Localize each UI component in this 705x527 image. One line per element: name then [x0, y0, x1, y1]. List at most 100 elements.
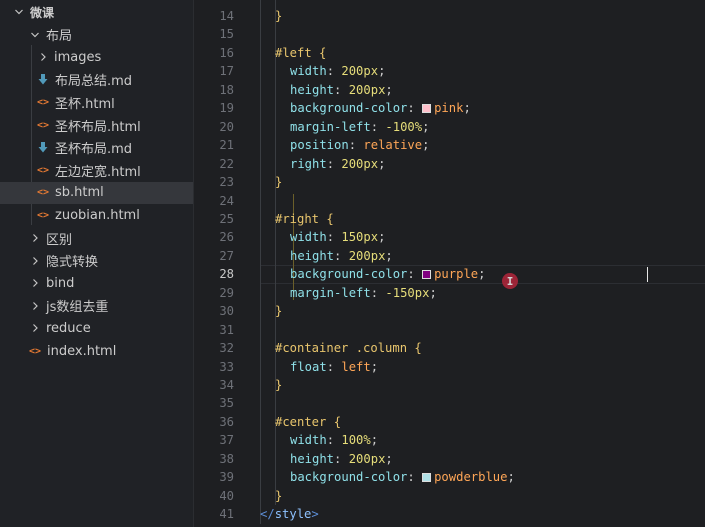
code-token: height — [290, 248, 335, 263]
code-token: #container .column — [275, 341, 408, 356]
file-md[interactable]: 圣杯布局.md — [0, 137, 193, 159]
code-line: background-color: pink; — [290, 99, 471, 117]
code-token: ; — [463, 101, 471, 116]
folder-bind[interactable]: bind — [0, 272, 193, 294]
code-token: : — [326, 359, 342, 374]
folder-reduce[interactable]: reduce — [0, 317, 193, 339]
code-token: { — [319, 211, 334, 226]
code-line: } — [275, 376, 282, 394]
code-line: margin-left: -100%; — [290, 118, 429, 136]
code-token: margin-left — [290, 119, 371, 134]
code-token: margin-left — [290, 285, 371, 300]
tree-item-label: 圣杯.html — [55, 96, 115, 112]
code-token: : — [334, 82, 349, 97]
code-line: } — [275, 302, 282, 320]
html-file-icon: <> — [36, 164, 50, 176]
code-line: float: left; — [290, 358, 378, 376]
code-line: height: 200px; — [290, 247, 393, 265]
code-token: : — [334, 451, 349, 466]
code-line: background-color: purple; — [290, 265, 485, 283]
file-html[interactable]: <> 左边定宽.html — [0, 159, 193, 181]
code-editor[interactable]: 14} 15 16 #left {17 width: 200px; 18 height: 2… — [194, 0, 705, 527]
folder-node-1[interactable]: 布局 — [0, 24, 193, 46]
code-token: ; — [478, 267, 486, 282]
folder-node-11[interactable]: 隐式转换 — [0, 250, 193, 272]
line-number: 33 — [219, 359, 234, 374]
code-token: : — [326, 433, 342, 448]
code-token: } — [275, 304, 283, 319]
code-token: ; — [370, 433, 379, 448]
line-number: 19 — [219, 101, 234, 116]
code-token: 200px — [341, 64, 379, 79]
code-token: position — [290, 138, 349, 153]
code-token: width — [290, 230, 327, 245]
code-token: ; — [378, 230, 386, 245]
folder-node-10[interactable]: 区别 — [0, 227, 193, 249]
line-number: 28 — [219, 267, 234, 282]
folder-js[interactable]: js数组去重 — [0, 295, 193, 317]
file-md[interactable]: 布局总结.md — [0, 69, 193, 91]
file-html[interactable]: <> 圣杯布局.html — [0, 114, 193, 136]
code-token: > — [311, 507, 319, 522]
file-index-html[interactable]: <> index.html — [0, 340, 193, 362]
line-number: 26 — [219, 230, 234, 245]
code-token: width — [290, 64, 327, 79]
tree-item-label: 圣杯布局.md — [55, 142, 133, 158]
code-token: ; — [507, 470, 515, 485]
code-token: float — [290, 359, 327, 374]
line-number: 20 — [219, 119, 234, 134]
code-token: background-color — [290, 267, 408, 282]
tree-item-label: 左边定宽.html — [55, 164, 141, 180]
tree-item-label: js数组去重 — [46, 300, 109, 316]
code-token: ; — [429, 285, 437, 300]
code-token: 150px — [341, 230, 379, 245]
chevron-right-icon — [36, 50, 50, 64]
file-sb-html[interactable]: <> sb.html — [0, 181, 193, 204]
file-zuobian-html[interactable]: <> zuobian.html — [0, 204, 193, 226]
code-token: pink — [434, 101, 464, 116]
line-number: 38 — [219, 451, 234, 466]
code-token: 200px — [348, 451, 386, 466]
line-number: 23 — [219, 175, 234, 190]
code-token: : — [326, 156, 342, 171]
code-line: margin-left: -150px; — [290, 284, 437, 302]
line-number: 31 — [219, 322, 234, 337]
code-token: ; — [378, 64, 386, 79]
color-swatch[interactable] — [422, 270, 432, 280]
line-number: 17 — [219, 64, 234, 79]
tree-item-label: 布局总结.md — [55, 74, 133, 90]
code-token: left — [341, 359, 371, 374]
folder-images[interactable]: images — [0, 46, 193, 68]
color-swatch[interactable] — [422, 473, 432, 483]
line-number: 36 — [219, 414, 234, 429]
chevron-right-icon — [28, 254, 42, 268]
code-token: : — [407, 470, 423, 485]
code-line: </head> — [245, 524, 296, 527]
line-number: 30 — [219, 304, 234, 319]
code-token: : — [407, 101, 423, 116]
code-line: </style> — [260, 505, 319, 523]
code-token: </ — [260, 507, 275, 522]
html-file-icon: <> — [28, 345, 42, 357]
code-token: } — [275, 378, 283, 392]
line-number: 37 — [219, 433, 234, 448]
html-file-icon: <> — [36, 187, 50, 199]
code-token: { — [311, 45, 327, 60]
code-token: ; — [422, 138, 430, 153]
code-token: relative — [363, 138, 423, 153]
code-line: width: 150px; — [290, 228, 385, 246]
line-number — [194, 524, 234, 527]
code-token: : — [326, 230, 342, 245]
code-token: purple — [434, 267, 479, 282]
chevron-right-icon — [28, 276, 42, 290]
line-number: 40 — [219, 488, 234, 503]
tree-item-label: 隐式转换 — [46, 255, 99, 271]
line-number: 15 — [219, 27, 234, 42]
code-token: #right — [275, 211, 320, 226]
color-swatch[interactable] — [422, 104, 432, 114]
file-html[interactable]: <> 圣杯.html — [0, 91, 193, 113]
folder-node-0[interactable]: 微课 — [0, 1, 193, 23]
tree-item-label: zuobian.html — [55, 207, 140, 223]
tree-item-label: images — [54, 49, 102, 65]
line-number: 22 — [219, 156, 234, 171]
